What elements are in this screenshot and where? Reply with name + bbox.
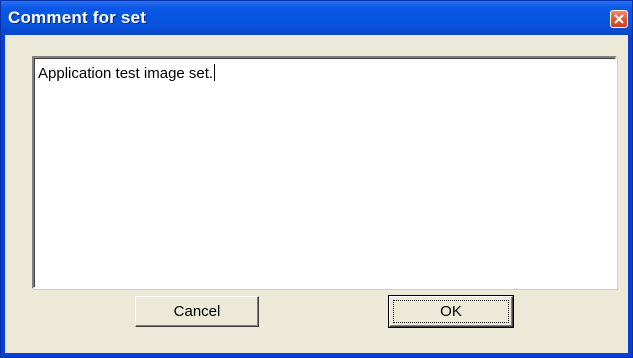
dialog-title: Comment for set — [8, 8, 147, 27]
close-icon — [614, 14, 624, 24]
comment-textarea[interactable]: Application test image set. — [32, 56, 617, 289]
dialog-window: Comment for set Application test image s… — [0, 0, 633, 358]
close-button[interactable] — [610, 10, 628, 28]
text-caret — [214, 64, 216, 81]
dialog-body: Application test image set. Cancel OK — [5, 35, 628, 353]
ok-button[interactable]: OK — [388, 295, 514, 328]
focus-rectangle — [393, 300, 509, 323]
cancel-button[interactable]: Cancel — [135, 296, 259, 327]
title-bar[interactable]: Comment for set — [1, 1, 632, 35]
comment-text: Application test image set. — [38, 65, 214, 82]
